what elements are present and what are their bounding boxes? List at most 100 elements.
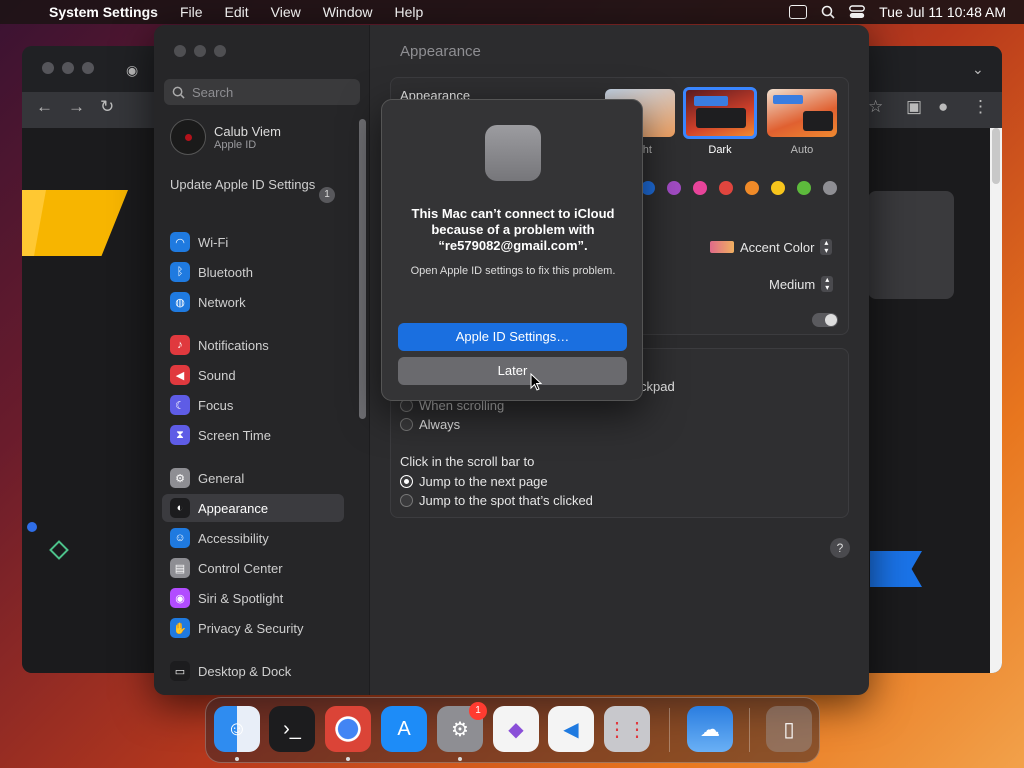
accent-color-swatch[interactable] <box>667 181 681 195</box>
menu-help[interactable]: Help <box>384 0 435 24</box>
sidebar-item-sound[interactable]: ◀ Sound <box>170 364 236 386</box>
spotlight-search-icon[interactable] <box>821 5 835 19</box>
radio-always[interactable] <box>400 418 413 431</box>
sidebar-item-bluetooth[interactable]: ᛒ Bluetooth <box>170 261 253 283</box>
running-indicator <box>458 757 462 761</box>
terminal-icon[interactable]: ›_ <box>269 706 315 752</box>
sidebar-item-wi-fi[interactable]: ◠ Wi-Fi <box>170 231 228 253</box>
sidebar-item-notifications[interactable]: ♪ Notifications <box>170 334 269 356</box>
speaker-icon: ◀ <box>170 365 190 385</box>
sidebar-item-network[interactable]: ◍ Network <box>170 291 246 313</box>
wifi-icon: ◠ <box>170 232 190 252</box>
accent-color-swatch[interactable] <box>719 181 733 195</box>
help-button[interactable]: ? <box>830 538 850 558</box>
accent-color-swatch[interactable] <box>797 181 811 195</box>
menu-edit[interactable]: Edit <box>214 0 260 24</box>
app-store-icon[interactable]: A <box>381 706 427 752</box>
sidebar-item-appearance[interactable]: ◐ Appearance <box>170 497 268 519</box>
highlight-swatch-icon <box>710 241 734 253</box>
back-icon[interactable]: ← <box>36 97 53 117</box>
reload-icon[interactable]: ↻ <box>100 97 114 117</box>
sidebar-item-focus[interactable]: ☾ Focus <box>170 394 233 416</box>
highlight-color-popup[interactable]: Accent Color ▴ ▾ <box>710 239 833 255</box>
accent-color-swatch[interactable] <box>745 181 759 195</box>
dark-mode-thumbnail[interactable] <box>683 87 757 139</box>
running-indicator <box>235 757 239 761</box>
appearance-icon: ◐ <box>170 498 190 518</box>
chrome-icon[interactable] <box>325 706 371 752</box>
search-placeholder: Search <box>192 84 234 100</box>
accent-color-swatch[interactable] <box>771 181 785 195</box>
screen-mirroring-icon[interactable] <box>789 5 808 19</box>
sidebar-item-control-center[interactable]: ▤ Control Center <box>170 557 283 579</box>
apple-id-settings-button[interactable]: Apple ID Settings… <box>398 323 627 351</box>
control-center-icon[interactable] <box>849 5 866 19</box>
sidebar-item-label: Control Center <box>198 560 283 576</box>
running-indicator <box>346 757 350 761</box>
chevron-down-icon[interactable]: ⌄ <box>972 61 984 78</box>
sidebar-scrollbar[interactable] <box>359 119 366 419</box>
wallpaper-tinting-toggle[interactable] <box>812 313 838 327</box>
menu-file[interactable]: File <box>169 0 214 24</box>
weather-icon[interactable]: ☁ <box>687 706 733 752</box>
settings-sidebar: Search Calub Viem Apple ID Update Apple … <box>154 25 370 695</box>
apple-id-profile[interactable]: Calub Viem Apple ID <box>170 119 281 155</box>
zoom-button[interactable] <box>214 45 226 57</box>
dock: ☺ ›_ A ⚙ ◆ ◀ ⋮⋮ ☁ ▯ 1 <box>205 697 820 763</box>
sidebar-item-label: Focus <box>198 397 234 413</box>
chrome-minimize-button[interactable] <box>62 62 74 74</box>
bookmark-star-icon[interactable]: ☆ <box>868 97 883 117</box>
close-button[interactable] <box>174 45 186 57</box>
chrome-zoom-button[interactable] <box>82 62 94 74</box>
page-scrollbar-thumb[interactable] <box>992 128 1000 184</box>
accent-color-swatch[interactable] <box>823 181 837 195</box>
chrome-close-button[interactable] <box>42 62 54 74</box>
alert-message: Open Apple ID settings to fix this probl… <box>410 265 616 277</box>
mouse-pointer-icon <box>530 373 542 391</box>
sidebar-item-privacy-security[interactable]: ✋ Privacy & Security <box>170 617 303 639</box>
sidebar-item-label: Bluetooth <box>198 264 253 280</box>
bluetooth-icon: ᛒ <box>170 262 190 282</box>
accent-color-swatch[interactable] <box>693 181 707 195</box>
profile-icon[interactable]: ● <box>938 97 948 117</box>
chrome-tab-favicon-icon[interactable]: ◉ <box>126 62 138 79</box>
avatar <box>170 119 206 155</box>
sidebar-item-accessibility[interactable]: ☺ Accessibility <box>170 527 269 549</box>
dock-separator <box>669 708 670 752</box>
accent-color-swatch[interactable] <box>641 181 655 195</box>
hourglass-icon: ⧗ <box>170 425 190 445</box>
radio-jump-next-page[interactable] <box>400 475 413 488</box>
vscode-icon[interactable]: ◀ <box>548 706 594 752</box>
menu-clock[interactable]: Tue Jul 11 10:48 AM <box>879 4 1006 20</box>
auto-mode-thumbnail[interactable] <box>767 89 837 137</box>
finder-icon[interactable]: ☺ <box>214 706 260 752</box>
launchpad-icon[interactable]: ⋮⋮ <box>604 706 650 752</box>
sidebar-item-label: Screen Time <box>198 427 271 443</box>
sidebar-item-desktop-dock[interactable]: ▭ Desktop & Dock <box>170 660 291 682</box>
radio-jump-spot[interactable] <box>400 494 413 507</box>
menu-view[interactable]: View <box>260 0 312 24</box>
update-badge: 1 <box>319 187 335 203</box>
auto-mode-caption: Auto <box>790 144 814 156</box>
search-input[interactable]: Search <box>164 79 360 105</box>
dark-mode-caption: Dark <box>708 144 732 156</box>
menu-app-name[interactable]: System Settings <box>38 0 169 24</box>
later-button[interactable]: Later <box>398 357 627 385</box>
sidebar-item-label: Accessibility <box>198 530 269 546</box>
menu-window[interactable]: Window <box>312 0 384 24</box>
forward-icon[interactable]: → <box>68 97 85 117</box>
sidebar-icon-size-popup[interactable]: Medium ▴ ▾ <box>769 276 834 292</box>
apple-logo-icon <box>485 125 541 181</box>
sidebar-item-general[interactable]: ⚙ General <box>170 467 244 489</box>
sidebar-item-label: Siri & Spotlight <box>198 590 284 606</box>
sidebar-item-label: Desktop & Dock <box>198 663 292 679</box>
side-panel-icon[interactable]: ▣ <box>906 97 922 117</box>
minimize-button[interactable] <box>194 45 206 57</box>
more-menu-icon[interactable]: ⋮ <box>972 97 989 117</box>
sidebar-item-siri-spotlight[interactable]: ◉ Siri & Spotlight <box>170 587 283 609</box>
visual-studio-icon[interactable]: ◆ <box>493 706 539 752</box>
search-icon <box>172 86 185 99</box>
sidebar-item-screen-time[interactable]: ⧗ Screen Time <box>170 424 271 446</box>
sidebar-item-label: Network <box>198 294 246 310</box>
trash-icon[interactable]: ▯ <box>766 706 812 752</box>
